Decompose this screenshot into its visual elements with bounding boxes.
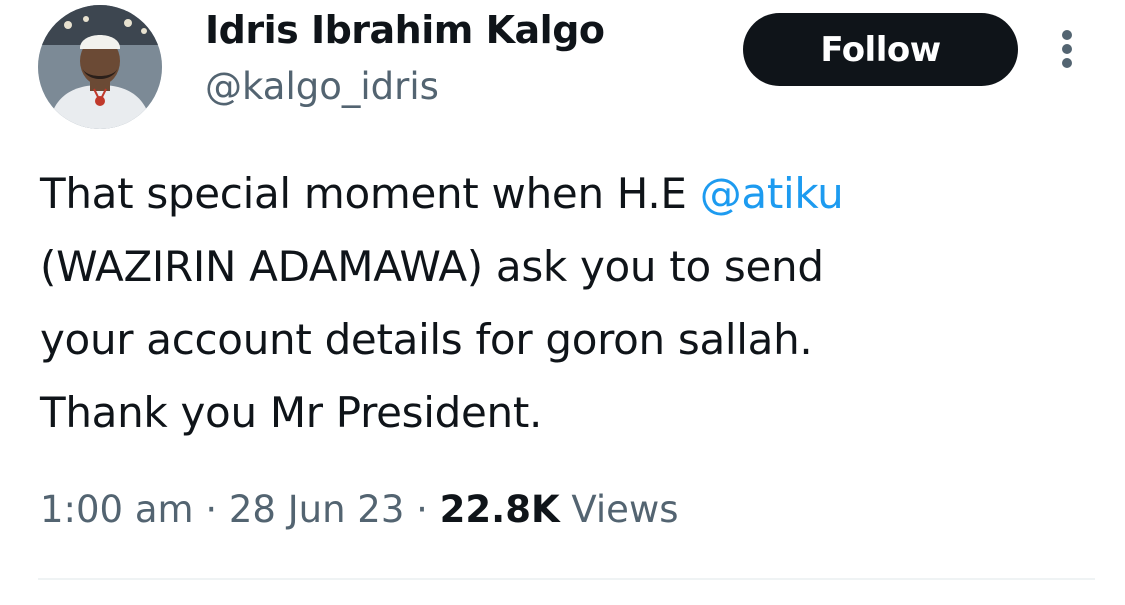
vertical-ellipsis-icon (1062, 30, 1072, 40)
meta-separator: · (193, 488, 229, 531)
tweet-card: Idris Ibrahim Kalgo @kalgo_idris Follow … (0, 0, 1125, 605)
avatar-photo-icon (38, 5, 162, 129)
tweet-text-line: Thank you Mr President. (40, 388, 543, 437)
follow-button[interactable]: Follow (743, 13, 1018, 86)
tweet-time[interactable]: 1:00 am (40, 488, 194, 531)
divider (38, 578, 1095, 580)
vertical-ellipsis-icon (1062, 58, 1072, 68)
tweet-text-line: That special moment when H.E @atiku (40, 157, 1100, 230)
vertical-ellipsis-icon (1062, 44, 1072, 54)
tweet-meta: 1:00 am · 28 Jun 23 · 22.8K Views (40, 488, 678, 531)
views-label: Views (559, 488, 679, 531)
tweet-date[interactable]: 28 Jun 23 (229, 488, 405, 531)
tweet-text: That special moment when H.E @atiku (WAZ… (40, 157, 1100, 449)
tweet-text-line: (WAZIRIN ADAMAWA) ask you to send (40, 242, 824, 291)
more-options-button[interactable] (1052, 24, 1082, 74)
meta-separator: · (404, 488, 440, 531)
mention-link[interactable]: @atiku (700, 169, 844, 218)
tweet-text-line: your account details for goron sallah. (40, 315, 813, 364)
views-count[interactable]: 22.8K (440, 488, 560, 531)
tweet-text-segment: That special moment when H.E (40, 169, 700, 218)
avatar[interactable] (38, 5, 162, 129)
user-handle[interactable]: @kalgo_idris (205, 65, 439, 108)
display-name[interactable]: Idris Ibrahim Kalgo (205, 8, 605, 52)
